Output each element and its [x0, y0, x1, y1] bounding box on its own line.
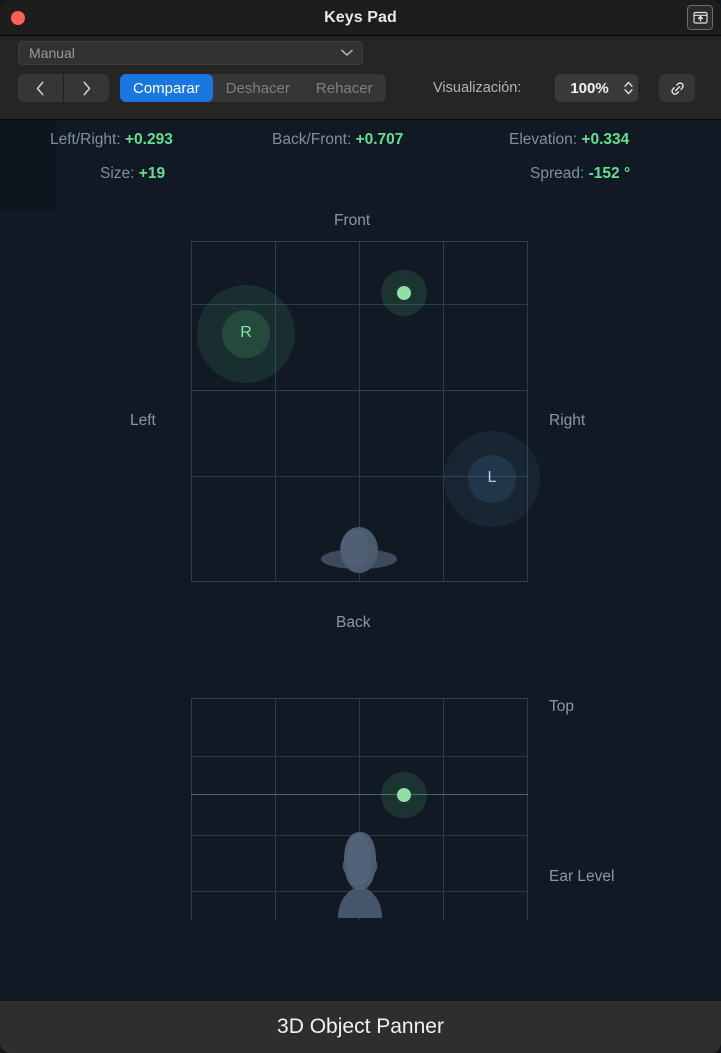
grid-line-h [192, 390, 527, 391]
stepper-updown-icon[interactable] [618, 80, 638, 96]
action-button-group: Comparar Deshacer Rehacer [120, 74, 386, 102]
readout-back-front[interactable]: Back/Front: +0.707 [272, 131, 403, 149]
view-scale-label: Visualización: [433, 80, 522, 96]
window-title: Keys Pad [324, 9, 397, 26]
readout-label: Elevation: [509, 131, 578, 148]
redo-button[interactable]: Rehacer [303, 74, 386, 102]
marker-l-label: L [487, 469, 497, 486]
grid-line-v [443, 699, 444, 920]
readout-value: +0.707 [355, 131, 404, 148]
zoom-value: 100% [570, 79, 609, 97]
readout-value: +19 [138, 165, 166, 182]
readout-elevation[interactable]: Elevation: +0.334 [509, 131, 629, 149]
elevation-panner-surface[interactable] [191, 698, 528, 920]
preset-dropdown[interactable]: Manual [18, 41, 363, 65]
readout-spread[interactable]: Spread: -152 ° [530, 165, 630, 183]
readout-label: Spread: [530, 165, 585, 182]
toolbar: Manual Comparar Deshacer Rehacer Visuali… [0, 36, 721, 120]
grid-line-h [192, 756, 527, 757]
zoom-stepper[interactable]: 100% [555, 74, 638, 102]
marker-r[interactable]: R [222, 310, 270, 358]
listener-head-top-icon [321, 527, 397, 573]
marker-l[interactable]: L [468, 455, 516, 503]
label-top: Top [549, 698, 574, 715]
label-back: Back [336, 614, 371, 631]
source-position-dot[interactable] [397, 788, 411, 802]
readout-value: -152 ° [588, 165, 631, 182]
chevron-left-icon [36, 81, 44, 95]
top-down-panner-surface[interactable]: R L [191, 241, 540, 582]
label-ear-level: Ear Level [549, 868, 615, 885]
link-chain-icon [670, 81, 684, 95]
source-position-dot[interactable] [397, 286, 411, 300]
compare-button[interactable]: Comparar [120, 74, 213, 102]
readout-size[interactable]: Size: +19 [100, 165, 165, 183]
stepper-arrows-glyph [623, 81, 633, 95]
next-setting-button[interactable] [64, 74, 109, 102]
title-bar: Keys Pad [0, 0, 721, 36]
panner-body: Left/Right: +0.293 Back/Front: +0.707 El… [0, 120, 721, 1000]
readout-value: +0.293 [124, 131, 173, 148]
readout-label: Size: [100, 165, 135, 182]
label-right: Right [549, 412, 586, 429]
export-button[interactable] [687, 5, 713, 30]
chevron-right-icon [83, 81, 91, 95]
marker-r-label: R [240, 324, 252, 341]
readout-value: +0.334 [581, 131, 630, 148]
plugin-name: 3D Object Panner [277, 1015, 444, 1038]
grid-line-v [443, 242, 444, 581]
undo-button[interactable]: Deshacer [213, 74, 303, 102]
chevron-down-icon [341, 49, 353, 56]
readout-label: Left/Right: [50, 131, 121, 148]
previous-setting-button[interactable] [18, 74, 63, 102]
export-up-arrow-icon [692, 11, 708, 24]
ear-level-line [191, 794, 528, 795]
listener-head-front-icon [338, 832, 382, 918]
footer-bar: 3D Object Panner [0, 1000, 721, 1053]
label-left: Left [130, 412, 156, 429]
nav-button-group [18, 74, 109, 102]
left-edge-shadow [0, 120, 56, 210]
readout-label: Back/Front: [272, 131, 352, 148]
grid-line-v [275, 242, 276, 581]
grid-line-v [275, 699, 276, 920]
preset-value: Manual [29, 45, 75, 61]
label-front: Front [334, 212, 371, 229]
link-parameters-button[interactable] [659, 74, 695, 102]
plugin-window: Keys Pad Manual Comparar Deshacer Rehace… [0, 0, 721, 1053]
readout-left-right[interactable]: Left/Right: +0.293 [50, 131, 173, 149]
